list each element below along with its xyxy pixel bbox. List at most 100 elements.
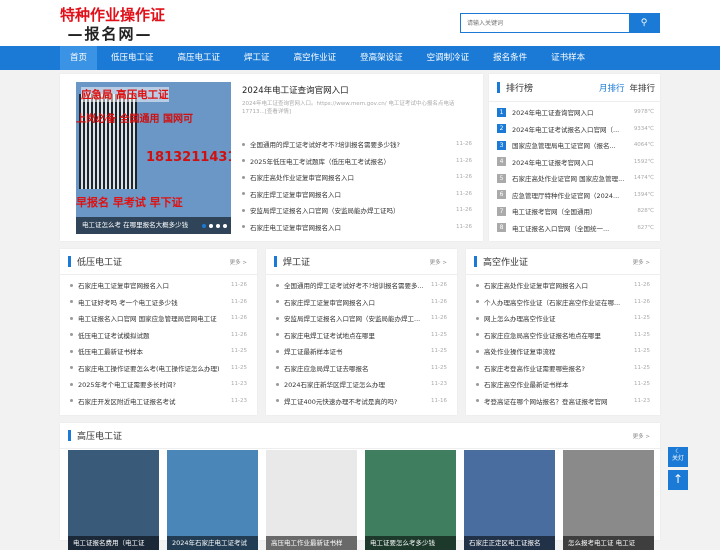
list-item[interactable]: 焊工证400元快速办理不考试是真的吗? 11-16	[276, 393, 447, 410]
item-title[interactable]: 高处作业操作证复审流程	[484, 346, 628, 356]
list-item[interactable]: 石家庄焊工证复审官网报名入口 11-26	[242, 186, 472, 203]
list-item[interactable]: 全国通用的焊工证考试好考不?培训报名需要多少钱? 11-26	[242, 136, 472, 153]
rank-item[interactable]: 5 石家庄高处作业证官网 国家应急管理... 1474℃	[497, 170, 654, 187]
item-title[interactable]: 全国通用的焊工证考试好考不?培训报名需要多少钱?	[250, 139, 450, 149]
rank-title[interactable]: 应急管理厅特种作业证官网（2024...	[512, 190, 628, 200]
thumbnail-card[interactable]: 怎么报考电工证 电工证	[563, 450, 654, 550]
list-item[interactable]: 石家庄高空作业最新证书样本 11-25	[476, 376, 650, 393]
list-item[interactable]: 高处作业操作证复审流程 11-25	[476, 343, 650, 360]
tab-monthly[interactable]: 月排行	[599, 82, 625, 94]
list-item[interactable]: 2025年考个电工证需要多长时间? 11-23	[70, 376, 247, 393]
nav-requirements[interactable]: 报名条件	[483, 46, 537, 70]
list-item[interactable]: 石家庄高处作业证复审官网报名入口 11-26	[476, 277, 650, 294]
thumbnail-card[interactable]: 电工证要怎么考多少钱	[365, 450, 456, 550]
item-title[interactable]: 2024石家庄新华区焊工证怎么办理	[284, 379, 425, 389]
item-title[interactable]: 低压电工证考试模拟试题	[78, 330, 225, 340]
slider-dot[interactable]	[216, 224, 220, 228]
item-title[interactable]: 石家庄电工证复审官网报名入口	[78, 280, 225, 290]
slider-dot[interactable]	[209, 224, 213, 228]
rank-title[interactable]: 2024年电工证报考官网入口	[512, 157, 628, 167]
rank-title[interactable]: 电工证报名入口官网（全国统一...	[512, 223, 631, 233]
list-item[interactable]: 个人办理高空作业证（石家庄高空作业证在哪... 11-26	[476, 294, 650, 311]
list-item[interactable]: 电工证好考吗 考一个电工证多少钱 11-26	[70, 294, 247, 311]
item-title[interactable]: 石家庄应急局焊工证去哪报名	[284, 363, 425, 373]
item-title[interactable]: 石家庄焊工证复审官网报名入口	[284, 297, 425, 307]
slider-dot[interactable]	[223, 224, 227, 228]
item-title[interactable]: 网上怎么办理高空作业证	[484, 313, 628, 323]
item-title[interactable]: 电工证好考吗 考一个电工证多少钱	[78, 297, 225, 307]
list-item[interactable]: 石家庄电工证复审官网报名入口 11-26	[242, 219, 472, 236]
site-logo[interactable]: 特种作业操作证 —报名网—	[60, 8, 165, 42]
item-title[interactable]: 石家庄考登高作业证需要哪些报名?	[484, 363, 628, 373]
item-title[interactable]: 电工证报名入口官网 国家应急管理局官网电工证	[78, 313, 225, 323]
item-title[interactable]: 2025年考个电工证需要多长时间?	[78, 379, 225, 389]
item-title[interactable]: 石家庄高空作业最新证书样本	[484, 379, 628, 389]
list-item[interactable]: 石家庄电工证复审官网报名入口 11-26	[70, 277, 247, 294]
list-item[interactable]: 低压电工最新证书样本 11-25	[70, 343, 247, 360]
item-title[interactable]: 焊工证最新样本证书	[284, 346, 425, 356]
tab-yearly[interactable]: 年排行	[629, 82, 655, 94]
headline-title[interactable]: 2024年电工证查询官网入口	[242, 84, 349, 96]
list-item[interactable]: 石家庄焊工证复审官网报名入口 11-26	[276, 294, 447, 311]
more-link[interactable]: 更多 >	[633, 432, 650, 440]
rank-title[interactable]: 2024年电工证考试报名入口官网（...	[512, 124, 628, 134]
rank-item[interactable]: 1 2024年电工证查询官网入口 9978℃	[497, 104, 654, 121]
list-item[interactable]: 考登高证在哪个网站报名？登高证报考官网 11-23	[476, 393, 650, 410]
list-item[interactable]: 安监局焊工证报名入口官网（安监局能办焊工证吗） 11-26	[242, 202, 472, 219]
rank-item[interactable]: 4 2024年电工证报考官网入口 1592℃	[497, 154, 654, 171]
item-title[interactable]: 石家庄电工证复审官网报名入口	[250, 222, 450, 232]
item-title[interactable]: 安监局焊工证报名入口官网（安监局能办焊工证吗）	[250, 205, 450, 215]
item-title[interactable]: 石家庄高处作业证复审官网报名入口	[484, 280, 628, 290]
thumbnail-card[interactable]: 石家庄正定区电工证报名	[464, 450, 555, 550]
nav-samples[interactable]: 证书样本	[541, 46, 595, 70]
list-item[interactable]: 电工证报名入口官网 国家应急管理局官网电工证 11-26	[70, 310, 247, 327]
item-title[interactable]: 石家庄高处作业证复审官网报名入口	[250, 172, 450, 182]
nav-high-voltage[interactable]: 高压电工证	[168, 46, 231, 70]
list-item[interactable]: 2025年低压电工考试题库（低压电工考试报名） 11-26	[242, 153, 472, 170]
list-item[interactable]: 石家庄考登高作业证需要哪些报名? 11-25	[476, 360, 650, 377]
item-title[interactable]: 石家庄电焊工证考试地点在哪里	[284, 330, 425, 340]
nav-low-voltage[interactable]: 低压电工证	[101, 46, 164, 70]
night-mode-button[interactable]: ☾ 关灯	[668, 447, 688, 467]
rank-item[interactable]: 8 电工证报名入口官网（全国统一... 627℃	[497, 220, 654, 237]
nav-home[interactable]: 首页	[60, 46, 98, 70]
more-link[interactable]: 更多 >	[633, 258, 650, 266]
item-title[interactable]: 安监局焊工证报名入口官网（安监局能办焊工...	[284, 313, 425, 323]
thumbnail-card[interactable]: 电工证报名费用（电工证	[68, 450, 159, 550]
list-item[interactable]: 石家庄电焊工证考试地点在哪里 11-25	[276, 327, 447, 344]
item-title[interactable]: 考登高证在哪个网站报名？登高证报考官网	[484, 396, 628, 406]
rank-title[interactable]: 2024年电工证查询官网入口	[512, 107, 628, 117]
list-item[interactable]: 安监局焊工证报名入口官网（安监局能办焊工... 11-26	[276, 310, 447, 327]
item-title[interactable]: 焊工证400元快速办理不考试是真的吗?	[284, 396, 425, 406]
search-button[interactable]: ⚲	[629, 14, 659, 32]
list-item[interactable]: 石家庄应急局焊工证去哪报名 11-25	[276, 360, 447, 377]
more-link[interactable]: 更多 >	[230, 258, 247, 266]
thumbnail-card[interactable]: 高压电工作业最新证书样	[266, 450, 357, 550]
back-to-top-button[interactable]: ↑	[668, 470, 688, 490]
nav-refrigeration[interactable]: 空调制冷证	[417, 46, 480, 70]
item-title[interactable]: 2025年低压电工考试题库（低压电工考试报名）	[250, 156, 450, 166]
list-item[interactable]: 石家庄应急局高空作业证报名地点在哪里 11-25	[476, 327, 650, 344]
rank-item[interactable]: 7 电工证报考官网（全国通用） 828℃	[497, 203, 654, 220]
item-title[interactable]: 石家庄焊工证复审官网报名入口	[250, 189, 450, 199]
rank-title[interactable]: 国家应急管理局电工证官网（报名...	[512, 140, 628, 150]
item-title[interactable]: 全国通用的焊工证考试好考不?培训报名需要多...	[284, 280, 425, 290]
nav-welding[interactable]: 焊工证	[234, 46, 280, 70]
rank-title[interactable]: 电工证报考官网（全国通用）	[512, 206, 631, 216]
search-input[interactable]	[461, 14, 629, 32]
rank-item[interactable]: 3 国家应急管理局电工证官网（报名... 4064℃	[497, 137, 654, 154]
slider-dot[interactable]	[202, 224, 206, 228]
nav-scaffold[interactable]: 登高架设证	[350, 46, 413, 70]
thumbnail-card[interactable]: 2024年石家庄电工证考试	[167, 450, 258, 550]
item-title[interactable]: 石家庄应急局高空作业证报名地点在哪里	[484, 330, 628, 340]
rank-item[interactable]: 2 2024年电工证考试报名入口官网（... 9334℃	[497, 121, 654, 138]
nav-height-work[interactable]: 高空作业证	[284, 46, 347, 70]
more-link[interactable]: 更多 >	[430, 258, 447, 266]
item-title[interactable]: 低压电工最新证书样本	[78, 346, 225, 356]
list-item[interactable]: 低压电工证考试模拟试题 11-26	[70, 327, 247, 344]
list-item[interactable]: 石家庄高处作业证复审官网报名入口 11-26	[242, 169, 472, 186]
item-title[interactable]: 个人办理高空作业证（石家庄高空作业证在哪...	[484, 297, 628, 307]
slider-image[interactable]: 应急局 高压电工证 上岗必备 全国通用 国网可 18132114317 早报名 …	[76, 82, 231, 234]
rank-title[interactable]: 石家庄高处作业证官网 国家应急管理...	[512, 173, 628, 183]
item-title[interactable]: 石家庄开发区附近电工证报名考试	[78, 396, 225, 406]
